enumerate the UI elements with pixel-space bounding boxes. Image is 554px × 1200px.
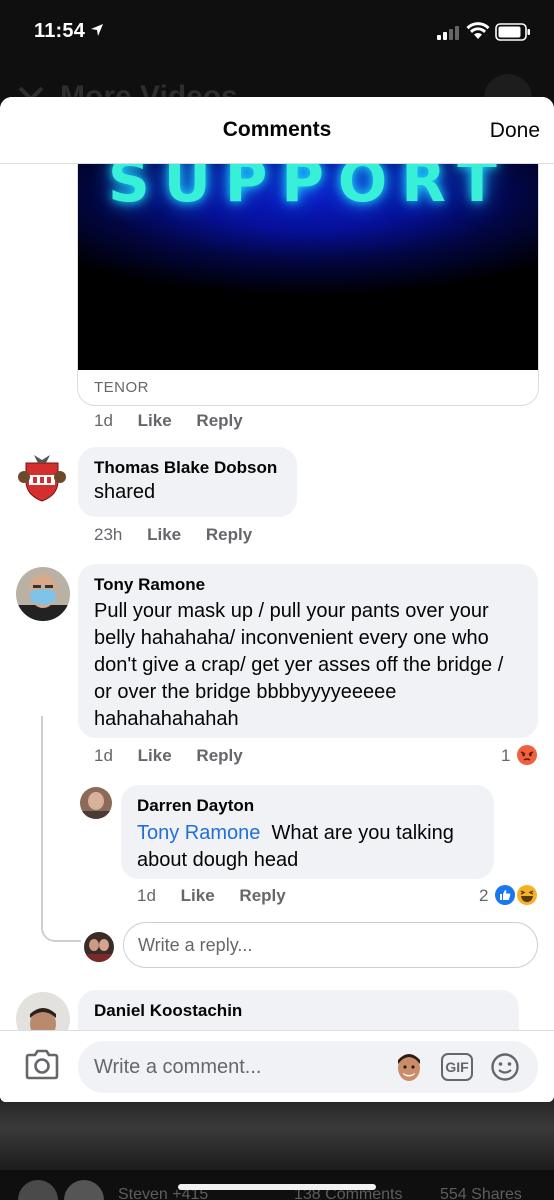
reply-bubble[interactable]: Darren Dayton Tony Ramone What are you t…	[121, 785, 494, 879]
gif-neon-text: SUPPORT	[108, 164, 511, 215]
comment-author[interactable]: Thomas Blake Dobson	[94, 457, 281, 479]
comment-author[interactable]: Darren Dayton	[137, 795, 478, 817]
home-indicator[interactable]	[178, 1184, 376, 1190]
avatar-sticker-icon[interactable]	[394, 1052, 424, 1082]
comment-actions: 1d Like Reply	[94, 411, 243, 431]
thread-connector	[41, 716, 81, 942]
comment-text: Tony Ramone What are you talking about d…	[137, 820, 478, 874]
comment-actions: 1d Like Reply	[137, 886, 286, 906]
avatar[interactable]	[80, 787, 112, 819]
avatar[interactable]	[84, 932, 114, 962]
comment-text: shared	[94, 481, 156, 503]
comment-bubble[interactable]: Daniel Koostachin	[78, 990, 519, 1030]
comment-time: 1d	[94, 746, 113, 765]
avatar[interactable]	[16, 567, 70, 621]
haha-icon[interactable]	[516, 884, 538, 906]
reaction-count[interactable]: 2	[479, 886, 488, 906]
like-icon[interactable]	[494, 884, 516, 906]
comment-author[interactable]: Daniel Koostachin	[94, 1000, 503, 1022]
gif-attachment[interactable]: SUPPORT TENOR	[77, 164, 539, 406]
background-share-count: 554 Shares	[440, 1186, 522, 1200]
avatar[interactable]	[16, 451, 68, 503]
comments-sheet: Comments Done SUPPORT TENOR 1d Like Repl…	[0, 97, 554, 1102]
location-arrow-icon	[91, 24, 103, 36]
comment-placeholder: Write a comment...	[94, 1056, 262, 1078]
reply-button[interactable]: Reply	[239, 886, 285, 906]
background-avatar	[18, 1180, 58, 1200]
reply-button[interactable]: Reply	[206, 525, 252, 545]
background-avatar	[64, 1180, 104, 1200]
like-button[interactable]: Like	[147, 525, 181, 545]
comment-time: 1d	[137, 886, 156, 905]
gif-button[interactable]: GIF	[441, 1053, 473, 1081]
comment-time: 23h	[94, 525, 123, 544]
reply-button[interactable]: Reply	[196, 746, 242, 766]
camera-icon[interactable]	[24, 1049, 60, 1081]
gif-image[interactable]: SUPPORT	[78, 164, 538, 370]
comment-actions: 1d Like Reply	[94, 746, 243, 766]
reply-input[interactable]: Write a reply...	[123, 922, 538, 968]
cellular-signal-icon	[437, 26, 459, 40]
like-button[interactable]: Like	[138, 746, 172, 766]
done-button[interactable]: Done	[490, 119, 540, 143]
like-button[interactable]: Like	[181, 886, 215, 906]
reaction-count[interactable]: 1	[501, 746, 510, 766]
angry-icon[interactable]	[516, 744, 538, 766]
like-button[interactable]: Like	[138, 411, 172, 431]
wifi-icon	[466, 22, 490, 39]
comment-bubble[interactable]: Tony Ramone Pull your mask up / pull you…	[78, 564, 538, 738]
reply-button[interactable]: Reply	[196, 411, 242, 431]
status-time: 11:54	[34, 20, 86, 42]
background-video	[0, 1100, 554, 1170]
comment-actions: 23h Like Reply	[94, 525, 252, 545]
comment-composer: Write a comment... GIF	[0, 1030, 554, 1102]
comment-bubble[interactable]: Thomas Blake Dobson shared	[78, 447, 297, 517]
status-bar: 11:54	[0, 0, 554, 66]
emoji-icon[interactable]	[490, 1052, 520, 1082]
gif-provider-label: TENOR	[94, 379, 149, 396]
mention-link[interactable]: Tony Ramone	[137, 822, 260, 844]
comments-list[interactable]: SUPPORT TENOR 1d Like Reply Thomas Blake…	[0, 164, 554, 1030]
comment-time: 1d	[94, 411, 113, 430]
comment-author[interactable]: Tony Ramone	[94, 574, 522, 596]
comment-input[interactable]: Write a comment... GIF	[78, 1041, 538, 1093]
battery-icon	[495, 23, 530, 41]
comment-text: Pull your mask up / pull your pants over…	[94, 600, 504, 730]
sheet-title: Comments	[222, 118, 332, 141]
avatar[interactable]	[16, 992, 70, 1030]
sheet-header: Comments Done	[0, 97, 554, 164]
